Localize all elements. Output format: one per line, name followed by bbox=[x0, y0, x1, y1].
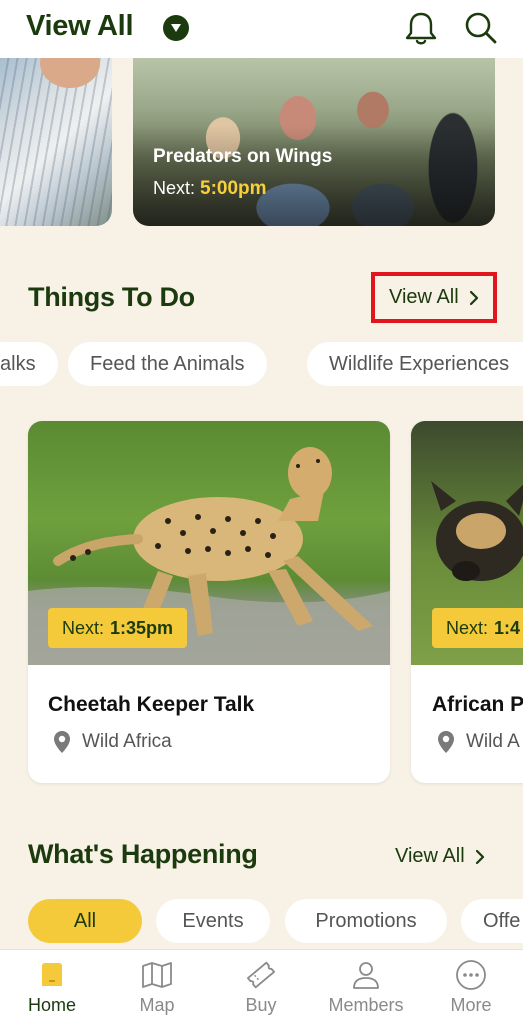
things-to-do-view-all-button[interactable]: View All bbox=[371, 272, 497, 323]
activity-location-label: Wild Africa bbox=[82, 731, 172, 752]
chevron-right-icon bbox=[469, 290, 478, 305]
nav-members-label: Members bbox=[328, 995, 404, 1015]
next-time: 1:4 bbox=[494, 617, 521, 638]
bottom-nav: Home Map Buy Members More bbox=[0, 949, 523, 1024]
activity-card-cheetah-keeper-talk[interactable] bbox=[28, 421, 390, 783]
header-title[interactable]: View All bbox=[26, 10, 134, 43]
filter-chip-feed-the-animals[interactable]: Feed the Animals bbox=[68, 342, 267, 386]
filter-chip-talks[interactable]: alks bbox=[0, 342, 58, 386]
location-pin-icon bbox=[438, 731, 454, 753]
nav-members[interactable]: Members bbox=[314, 950, 418, 1024]
map-icon bbox=[141, 960, 173, 990]
person-icon bbox=[351, 960, 381, 990]
show-next-label: Next: bbox=[153, 178, 196, 198]
top-header: View All bbox=[0, 0, 523, 58]
view-all-label: View All bbox=[395, 845, 465, 867]
activity-card-african[interactable] bbox=[411, 421, 523, 783]
next-time: 1:35pm bbox=[110, 617, 174, 638]
nav-buy[interactable]: Buy bbox=[209, 950, 313, 1024]
home-icon bbox=[38, 960, 66, 990]
nav-more[interactable]: More bbox=[419, 950, 523, 1024]
next-time-badge: Next: 1:4 bbox=[432, 608, 523, 648]
filter-chip-events[interactable]: Events bbox=[156, 899, 270, 943]
nav-more-label: More bbox=[450, 995, 492, 1015]
view-all-label: View All bbox=[389, 286, 459, 308]
activity-name: Cheetah Keeper Talk bbox=[48, 693, 255, 716]
whats-happening-view-all-button[interactable]: View All bbox=[395, 845, 485, 868]
next-time-badge: Next: 1:35pm bbox=[48, 608, 188, 648]
nav-buy-label: Buy bbox=[245, 995, 277, 1015]
nav-home-label: Home bbox=[27, 995, 76, 1015]
activity-location: Wild A bbox=[436, 730, 523, 754]
activity-name: African P bbox=[432, 693, 523, 716]
show-card-overlay bbox=[133, 58, 495, 226]
nav-map-label: Map bbox=[139, 995, 175, 1015]
show-title: Predators on Wings bbox=[153, 146, 333, 167]
search-icon[interactable] bbox=[463, 10, 499, 51]
whats-happening-title: What's Happening bbox=[28, 839, 258, 869]
bell-icon[interactable] bbox=[404, 10, 438, 51]
show-card-predators-on-wings[interactable]: Predators on Wings Next: 5:00pm bbox=[133, 58, 495, 226]
chevron-right-icon bbox=[475, 849, 484, 864]
things-to-do-title: Things To Do bbox=[28, 282, 195, 312]
activity-location-label: Wild A bbox=[466, 731, 520, 752]
activity-location: Wild Africa bbox=[52, 730, 172, 754]
nav-home[interactable]: Home bbox=[0, 950, 104, 1024]
next-label: Next: bbox=[62, 617, 105, 638]
next-label: Next: bbox=[446, 617, 489, 638]
app-screen: View All Predators on Wings Next: 5:00pm bbox=[0, 0, 523, 1024]
nav-map[interactable]: Map bbox=[105, 950, 209, 1024]
show-card[interactable] bbox=[0, 58, 112, 226]
filter-chip-wildlife-experiences[interactable]: Wildlife Experiences bbox=[307, 342, 523, 386]
show-next-time: Next: 5:00pm bbox=[153, 178, 267, 200]
ticket-icon bbox=[245, 960, 277, 990]
filter-chip-offers[interactable]: Offe bbox=[461, 899, 523, 943]
show-next-value: 5:00pm bbox=[200, 178, 267, 199]
dropdown-caret-icon[interactable] bbox=[163, 15, 189, 41]
location-pin-icon bbox=[54, 731, 70, 753]
filter-chip-all[interactable]: All bbox=[28, 899, 142, 943]
more-icon bbox=[455, 960, 487, 990]
filter-chip-promotions[interactable]: Promotions bbox=[285, 899, 447, 943]
